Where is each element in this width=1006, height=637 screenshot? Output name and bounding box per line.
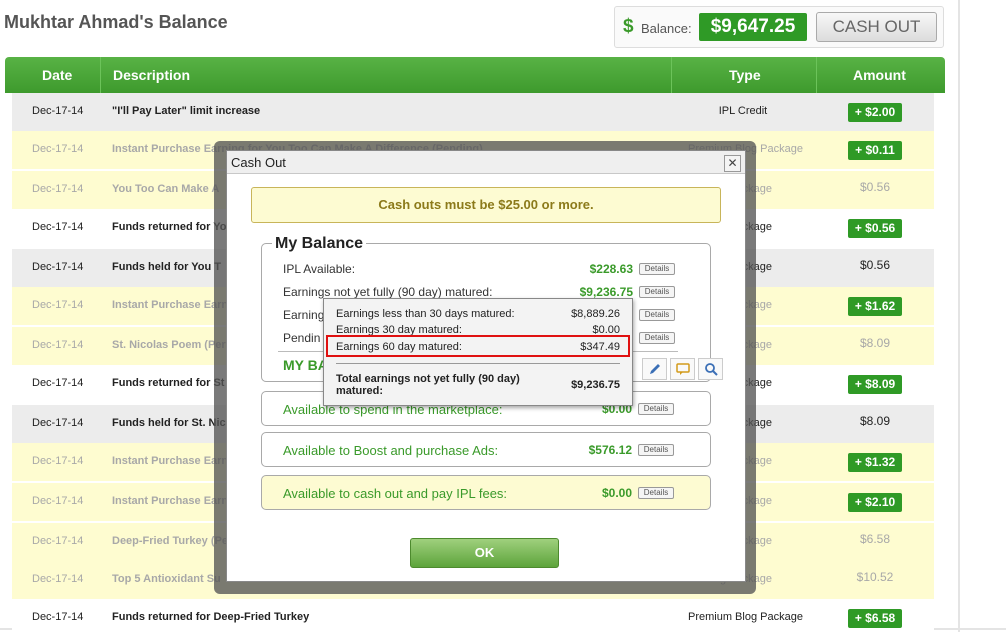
amount-badge: + $0.56 [848, 219, 902, 238]
details-button[interactable]: Details [639, 286, 675, 298]
boost-label: Available to Boost and purchase Ads: [283, 443, 499, 458]
balance-value: $9,647.25 [699, 13, 807, 41]
table-row: Dec-17-14 Funds returned for Deep-Fried … [12, 599, 934, 637]
row-description: "I'll Pay Later" limit increase [112, 105, 261, 117]
table-row: Dec-17-14 "I'll Pay Later" limit increas… [12, 93, 934, 131]
row-description: Funds held for You T [112, 261, 221, 273]
tooltip-divider [336, 363, 620, 364]
highlight-box [326, 335, 630, 357]
row-date: Dec-17-14 [32, 299, 84, 311]
row-description: Funds returned for Deep-Fried Turkey [112, 611, 310, 623]
header-separator [671, 57, 672, 93]
row-date: Dec-17-14 [32, 611, 84, 623]
amount-value: $0.56 [859, 180, 891, 194]
header-type: Type [729, 67, 761, 83]
details-button[interactable]: Details [639, 309, 675, 321]
details-button[interactable]: Details [638, 403, 674, 415]
amount-badge: + $2.10 [848, 493, 902, 512]
balance-box: $ Balance: $9,647.25 CASH OUT [614, 6, 944, 48]
boost-value: $576.12 [588, 443, 632, 457]
amount-badge: + $6.58 [848, 609, 902, 628]
comment-icon[interactable] [670, 358, 695, 380]
amount-badge: + $0.11 [848, 141, 902, 160]
row-date: Dec-17-14 [32, 105, 84, 117]
row-date: Dec-17-14 [32, 417, 84, 429]
cashout-label: Available to cash out and pay IPL fees: [283, 486, 508, 501]
balance-line: IPL Available: $228.63 Details [283, 262, 703, 278]
page-title: Mukhtar Ahmad's Balance [4, 12, 228, 32]
balance-line-value: $9,236.75 [579, 285, 633, 299]
boost-balance-box: Available to Boost and purchase Ads: $57… [261, 432, 711, 467]
tooltip-line-label: Earnings less than 30 days matured: [336, 308, 515, 320]
row-type: IPL Credit [718, 105, 768, 117]
row-description[interactable]: Top 5 Antioxidant Su [112, 573, 221, 585]
tooltip-total-value: $9,236.75 [571, 379, 620, 391]
row-description[interactable]: Instant Purchase Earn [112, 495, 228, 507]
row-type: Premium Blog Package [688, 611, 803, 623]
cash-out-button[interactable]: CASH OUT [816, 12, 937, 42]
amount-badge: + $1.32 [848, 453, 902, 472]
balance-label: Balance: [641, 21, 692, 36]
search-icon[interactable] [698, 358, 723, 380]
dollar-icon: $ [623, 16, 634, 37]
amount-value: $6.58 [859, 532, 891, 546]
amount-value: $10.52 [856, 570, 894, 584]
row-description[interactable]: Deep-Fried Turkey (Pe [112, 535, 228, 547]
my-balance-heading: My Balance [272, 235, 367, 253]
row-date: Dec-17-14 [32, 377, 84, 389]
ok-button[interactable]: OK [410, 538, 559, 568]
row-date: Dec-17-14 [32, 535, 84, 547]
row-description: Funds returned for Yo [112, 221, 227, 233]
row-description[interactable]: Instant Purchase Earn [112, 455, 228, 467]
row-description: Funds held for St. Nic [112, 417, 226, 429]
dialog-title: Cash Out [227, 151, 745, 174]
balance-line-label: IPL Available: [283, 262, 356, 276]
balance-line-value: $228.63 [589, 262, 633, 276]
balance-line-label: Earnings not yet fully (90 day) matured: [283, 285, 493, 299]
amount-value: $0.56 [859, 258, 891, 272]
row-description: Funds returned for St [112, 377, 225, 389]
row-date: Dec-17-14 [32, 339, 84, 351]
header-amount: Amount [853, 67, 906, 83]
header-description: Description [113, 67, 191, 83]
amount-badge: + $2.00 [848, 103, 902, 122]
row-description[interactable]: You Too Can Make A [112, 183, 219, 195]
my-balance-subheading: MY BA [283, 357, 328, 373]
balance-line-label: Pendin [283, 331, 321, 345]
row-date: Dec-17-14 [32, 455, 84, 467]
header-separator [816, 57, 817, 93]
row-date: Dec-17-14 [32, 221, 84, 233]
cashout-balance-box: Available to cash out and pay IPL fees: … [261, 475, 711, 510]
page-divider-vertical [958, 0, 960, 632]
row-date: Dec-17-14 [32, 183, 84, 195]
details-button[interactable]: Details [639, 263, 675, 275]
edit-icon[interactable] [642, 358, 667, 380]
tooltip-line-value: $8,889.26 [571, 308, 620, 320]
header-separator [100, 57, 101, 93]
table-header: Date Description Type Amount [5, 57, 945, 93]
tooltip-total-label: Total earnings not yet fully (90 day) ma… [336, 373, 520, 397]
balance-line-label: Earning [283, 308, 325, 322]
row-description[interactable]: St. Nicolas Poem (Per [112, 339, 226, 351]
amount-badge: + $8.09 [848, 375, 902, 394]
tooltip-line: Earnings less than 30 days matured: $8,8… [336, 308, 620, 322]
min-cashout-notice: Cash outs must be $25.00 or more. [251, 187, 721, 223]
details-button[interactable]: Details [638, 444, 674, 456]
row-date: Dec-17-14 [32, 573, 84, 585]
row-date: Dec-17-14 [32, 143, 84, 155]
amount-badge: + $1.62 [848, 297, 902, 316]
row-description[interactable]: Instant Purchase Earn [112, 299, 228, 311]
row-date: Dec-17-14 [32, 495, 84, 507]
amount-value: $8.09 [859, 336, 891, 350]
details-button[interactable]: Details [639, 332, 675, 344]
close-icon[interactable]: ✕ [724, 155, 741, 172]
header-date: Date [42, 67, 73, 83]
details-button[interactable]: Details [638, 487, 674, 499]
amount-value: $8.09 [859, 414, 891, 428]
cashout-value: $0.00 [601, 486, 632, 500]
row-date: Dec-17-14 [32, 261, 84, 273]
